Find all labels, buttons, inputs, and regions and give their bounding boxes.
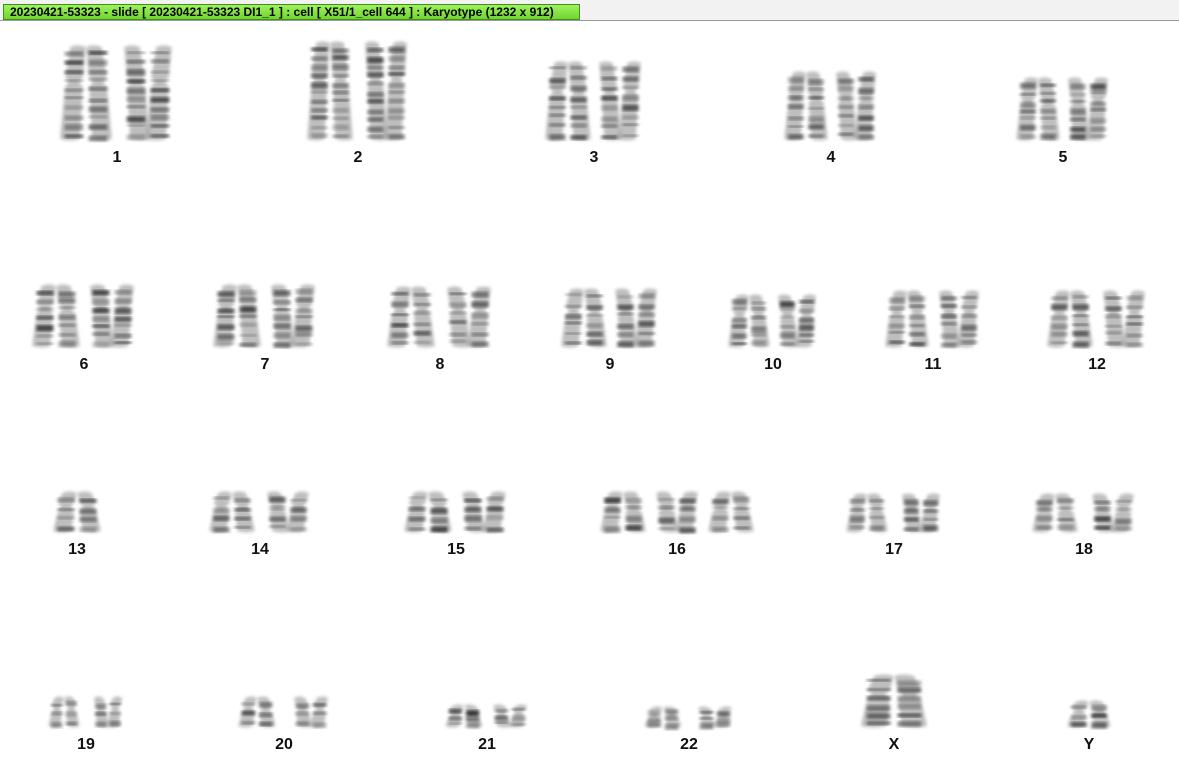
chromosome-image[interactable]	[1067, 698, 1111, 730]
chromosome-image[interactable]	[835, 69, 877, 143]
chromosome-image[interactable]	[270, 282, 316, 350]
chromosome-number-label: 12	[1088, 356, 1106, 373]
chromosome-image[interactable]	[387, 284, 435, 350]
chromosome-image[interactable]	[600, 489, 646, 535]
chromosome-image[interactable]	[446, 284, 492, 350]
chromosome-image[interactable]	[885, 288, 929, 350]
chromosome-image[interactable]	[307, 39, 353, 143]
chromosome-image[interactable]	[1016, 75, 1060, 143]
chromosome-image[interactable]	[901, 491, 941, 535]
chromosome-image[interactable]	[728, 292, 770, 350]
chromosome-number-label: 22	[680, 736, 698, 753]
chromosome-number-label: 1	[112, 149, 122, 166]
chromosome-number-label: 4	[826, 149, 836, 166]
chromosome-image[interactable]	[266, 489, 310, 535]
chromosome-number-label: Y	[1083, 736, 1095, 753]
chromosome-group-10[interactable]: 10	[728, 292, 817, 380]
chromosome-number-label: 20	[275, 736, 293, 753]
chromosome-image[interactable]	[777, 292, 817, 350]
chromosome-image[interactable]	[708, 489, 754, 535]
chromosome-group-20[interactable]: 20	[238, 694, 329, 760]
chromosome-group-16[interactable]: 16	[600, 489, 754, 565]
chromosome-group-5[interactable]: 5	[1016, 75, 1109, 173]
chromosome-number-label: 7	[260, 356, 270, 373]
chromosome-number-label: 18	[1075, 541, 1093, 558]
chromosome-image[interactable]	[209, 489, 255, 535]
chromosome-group-12[interactable]: 12	[1047, 288, 1146, 380]
chromosome-image[interactable]	[32, 282, 80, 350]
chromosome-image[interactable]	[238, 694, 276, 730]
chromosome-number-label: 15	[447, 541, 465, 558]
chromosome-image[interactable]	[697, 704, 733, 730]
chromosome-group-13[interactable]: 13	[53, 489, 101, 565]
chromosome-image[interactable]	[784, 69, 828, 143]
chromosome-number-label: X	[888, 736, 900, 753]
chromosome-image[interactable]	[53, 489, 101, 535]
chromosome-image[interactable]	[89, 282, 135, 350]
chromosome-image[interactable]	[598, 59, 642, 143]
chromosome-group-x[interactable]: X	[860, 672, 928, 760]
chromosome-group-8[interactable]: 8	[387, 284, 492, 380]
chromosome-image[interactable]	[445, 702, 483, 730]
chromosome-image[interactable]	[123, 43, 173, 143]
chromosome-number-label: 14	[251, 541, 269, 558]
chromosome-number-label: 2	[353, 149, 363, 166]
chromosome-number-label: 11	[924, 356, 942, 373]
chromosome-group-14[interactable]: 14	[209, 489, 310, 565]
chromosome-number-label: 8	[435, 356, 445, 373]
chromosome-image[interactable]	[644, 704, 682, 730]
chromosome-image[interactable]	[545, 59, 591, 143]
chromosome-image[interactable]	[293, 694, 329, 730]
chromosome-image[interactable]	[1102, 288, 1146, 350]
chromosome-group-7[interactable]: 7	[213, 282, 316, 380]
chromosome-image[interactable]	[614, 286, 658, 350]
chromosome-number-label: 16	[668, 541, 686, 558]
chromosome-number-label: 3	[589, 149, 599, 166]
chromosome-group-4[interactable]: 4	[784, 69, 877, 173]
chromosome-image[interactable]	[561, 286, 607, 350]
chromosome-image[interactable]	[1091, 491, 1135, 535]
chromosome-image[interactable]	[655, 489, 699, 535]
chromosome-image[interactable]	[938, 288, 980, 350]
chromosome-image[interactable]	[48, 694, 80, 730]
chromosome-group-17[interactable]: 17	[846, 491, 941, 565]
chromosome-group-6[interactable]: 6	[32, 282, 135, 380]
chromosome-image[interactable]	[1047, 288, 1093, 350]
chromosome-image[interactable]	[60, 43, 112, 143]
chromosome-group-2[interactable]: 2	[307, 39, 408, 173]
chromosome-group-22[interactable]: 22	[644, 704, 733, 760]
chromosome-number-label: 21	[478, 736, 496, 753]
chromosome-image[interactable]	[461, 489, 507, 535]
chromosome-group-y[interactable]: Y	[1067, 698, 1111, 760]
chromosome-image[interactable]	[213, 282, 261, 350]
chromosome-group-1[interactable]: 1	[60, 43, 173, 173]
chromosome-number-label: 5	[1058, 149, 1068, 166]
chromosome-image[interactable]	[93, 694, 123, 730]
chromosome-image[interactable]	[846, 491, 888, 535]
chromosome-image[interactable]	[1032, 491, 1078, 535]
chromosome-image[interactable]	[364, 39, 408, 143]
chromosome-group-3[interactable]: 3	[545, 59, 642, 173]
chromosome-number-label: 9	[605, 356, 615, 373]
chromosome-image[interactable]	[492, 702, 528, 730]
chromosome-group-19[interactable]: 19	[48, 694, 123, 760]
chromosome-number-label: 13	[68, 541, 86, 558]
chromosome-group-21[interactable]: 21	[445, 702, 528, 760]
window-titlebar: 20230421-53323 - slide [ 20230421-53323 …	[0, 0, 1179, 21]
chromosome-number-label: 10	[764, 356, 782, 373]
window-title[interactable]: 20230421-53323 - slide [ 20230421-53323 …	[3, 4, 580, 20]
chromosome-number-label: 19	[77, 736, 95, 753]
karyotype-panel: 1 2 3 4 5 6 7 8 9 10 11 12 13 14 15 16 17 18 19 20 21 22 X Y	[0, 22, 1179, 768]
chromosome-group-11[interactable]: 11	[885, 288, 980, 380]
chromosome-image[interactable]	[1067, 75, 1109, 143]
chromosome-image[interactable]	[404, 489, 452, 535]
chromosome-image[interactable]	[860, 672, 928, 730]
chromosome-group-18[interactable]: 18	[1032, 491, 1135, 565]
chromosome-number-label: 17	[885, 541, 903, 558]
chromosome-number-label: 6	[79, 356, 89, 373]
chromosome-group-9[interactable]: 9	[561, 286, 658, 380]
chromosome-group-15[interactable]: 15	[404, 489, 507, 565]
